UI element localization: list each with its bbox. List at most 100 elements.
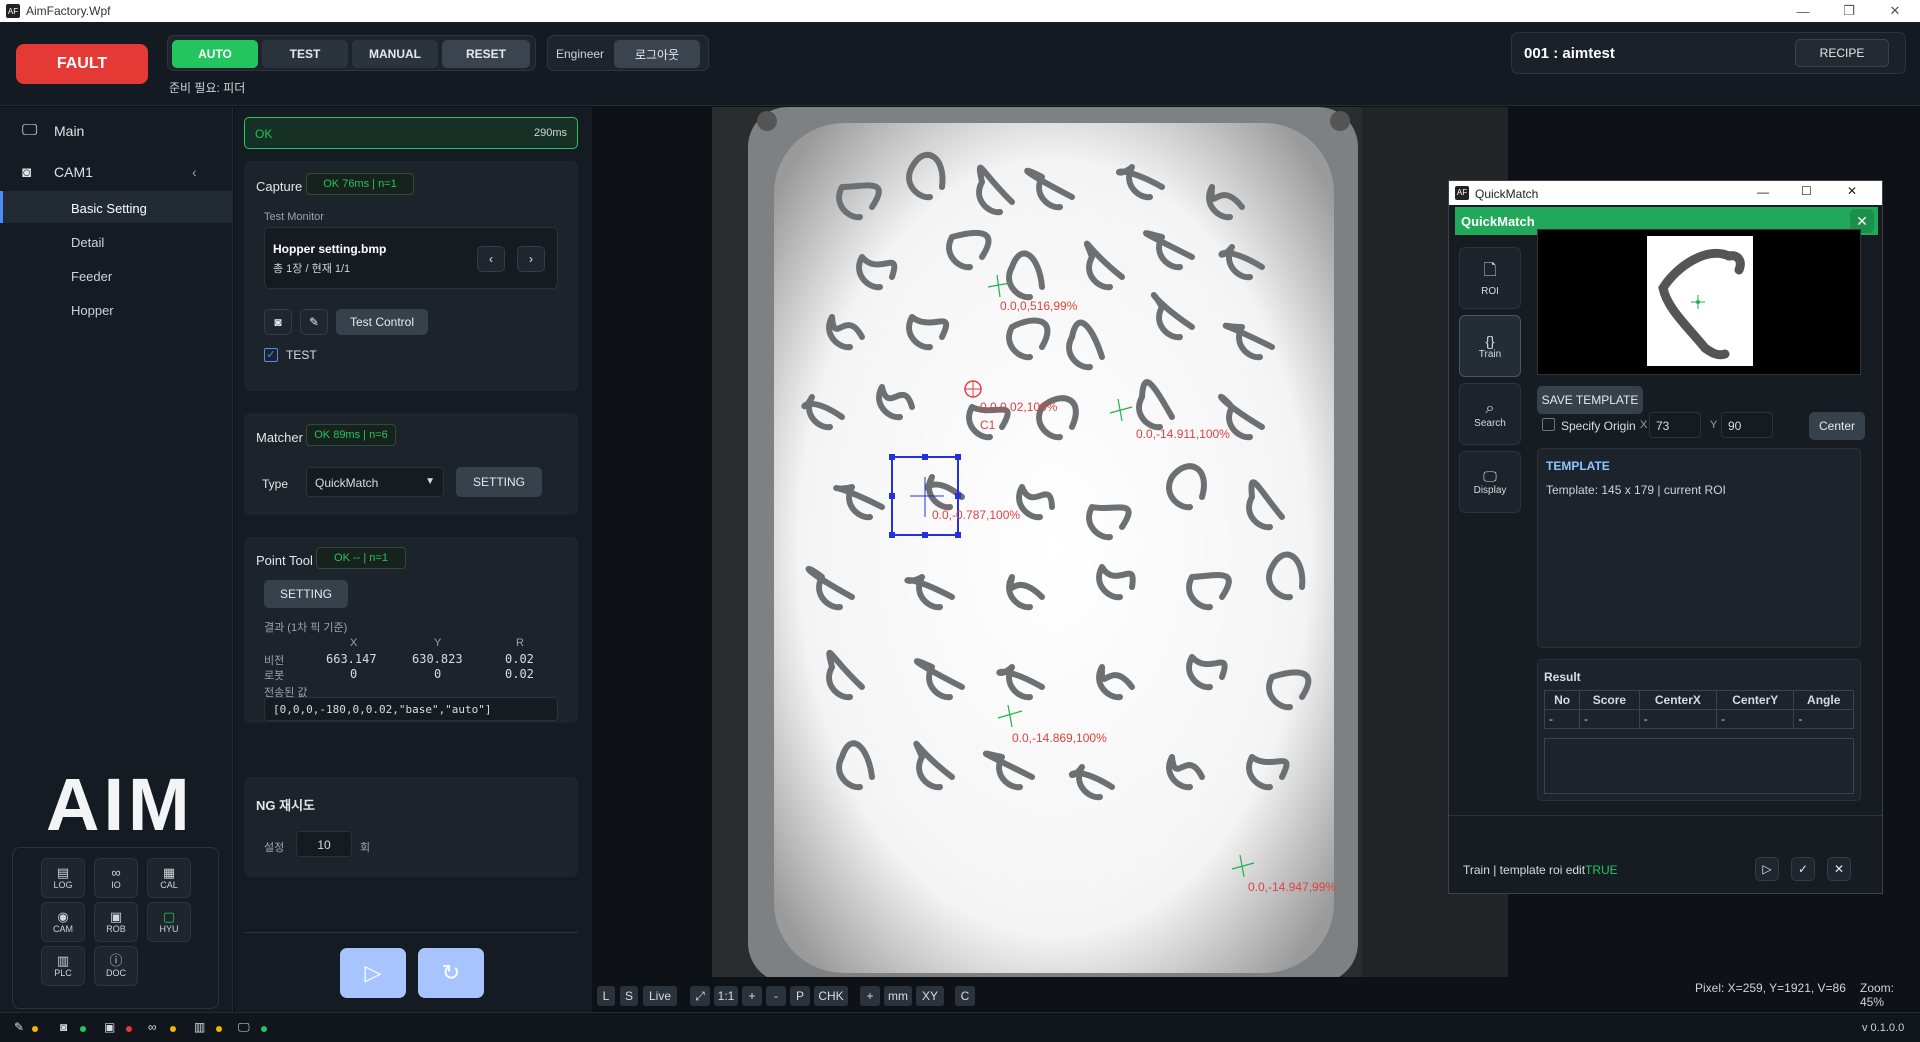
test-mode-button[interactable]: TEST [262,40,348,68]
confirm-button[interactable]: ✓ [1791,857,1815,881]
recipe-button[interactable]: RECIPE [1795,39,1889,67]
info-icon: ⓘ [109,953,123,968]
hyu-button[interactable]: ▢ HYU [147,902,191,942]
specify-origin-label: Specify Origin [1561,419,1636,433]
hyu-label: HYU [159,924,179,934]
origin-y-input[interactable]: 90 [1721,412,1773,438]
save-template-button[interactable]: SAVE TEMPLATE [1537,386,1643,414]
tab-roi[interactable]: 🗋 ROI [1459,247,1521,309]
sidebar-item-basic-setting[interactable]: Basic Setting [71,201,147,216]
zoom-in-button[interactable]: + [742,986,762,1006]
camera-icon[interactable]: ◙ [60,1020,67,1034]
tool-1to1[interactable]: 1:1 [714,986,738,1006]
tool-add[interactable]: + [860,986,880,1006]
retry-count-input[interactable]: 10 [296,831,352,857]
point-setting-button[interactable]: SETTING [264,580,348,608]
cal-button[interactable]: ▦ CAL [147,858,191,898]
sent-value-field[interactable]: [0,0,0,-180,0,0.02,"base","auto"] [264,697,558,721]
center-button[interactable]: Center [1809,412,1865,440]
refresh-button[interactable]: ↻ [418,948,484,998]
capture-status-tag: OK 76ms | n=1 [306,173,414,195]
tab-search[interactable]: ⌕ Search [1459,383,1521,445]
specify-origin-checkbox[interactable] [1542,418,1555,431]
tool-chk[interactable]: CHK [814,986,848,1006]
train-status-value: TRUE [1585,863,1618,877]
robot-r: 0.02 [505,667,534,681]
plc-button[interactable]: ▥ PLC [41,946,85,986]
robot-icon[interactable]: ▣ [104,1020,115,1034]
close-icon[interactable]: ✕ [1872,0,1918,22]
plc-label: PLC [54,968,72,978]
minimize-icon[interactable]: — [1780,0,1826,22]
test-checkbox[interactable]: ✓ [264,348,278,362]
type-label: Type [262,477,289,491]
sidebar-item-detail[interactable]: Detail [71,235,104,250]
test-monitor-box: Hopper setting.bmp 총 1장 / 현재 1/1 ‹ › [264,227,558,289]
plc-icon[interactable]: ▥ [194,1020,205,1034]
settings-panel: OK 290ms Capture OK 76ms | n=1 Test Moni… [234,107,592,1012]
run-button[interactable]: ▷ [340,948,406,998]
close-icon[interactable]: ✕ [1847,184,1857,198]
match-label-5: 0.0,-14.869,100% [1012,731,1107,745]
type-select[interactable]: QuickMatch ▼ [306,467,444,497]
retry-unit: 회 [360,842,371,854]
reset-button[interactable]: RESET [442,40,530,68]
type-select-value: QuickMatch [315,476,379,490]
sidebar-item-cam1[interactable]: ◙ CAM1 ‹ [0,156,232,188]
zoom-out-button[interactable]: - [766,986,786,1006]
test-checkbox-label: TEST [286,348,317,362]
sidebar-item-hopper[interactable]: Hopper [71,303,114,318]
test-control-button[interactable]: Test Control [336,309,428,335]
tool-live[interactable]: Live [643,986,677,1006]
origin-x-label: X [1640,419,1648,431]
tool-button[interactable]: ✎ [300,309,328,335]
result-label: 결과 (1차 픽 기준) [264,622,348,634]
cancel-button[interactable]: ✕ [1827,857,1851,881]
monitor-icon[interactable]: 🖵 [238,1020,250,1035]
quickmatch-dialog[interactable]: AF QuickMatch — ☐ ✕ QuickMatch ✕ 🗋 ROI {}… [1448,180,1883,894]
sidebar-item-main[interactable]: 🖵 Main [0,115,232,147]
maximize-icon[interactable]: ☐ [1801,184,1812,198]
logout-button[interactable]: 로그아웃 [614,40,700,68]
next-image-button[interactable]: › [517,246,545,272]
tool-c[interactable]: C [955,986,975,1006]
sidebar-item-label: Main [54,123,85,139]
io-button[interactable]: ∞ IO [94,858,138,898]
doc-button[interactable]: ⓘ DOC [94,946,138,986]
rob-button[interactable]: ▣ ROB [94,902,138,942]
camera-image[interactable] [712,107,1508,977]
tab-train[interactable]: {} Train [1459,315,1521,377]
test-monitor-label: Test Monitor [264,211,324,223]
fault-button[interactable]: FAULT [16,44,148,84]
divider [1449,815,1882,816]
play-button[interactable]: ▷ [1755,857,1779,881]
fit-icon[interactable]: ⤢ [690,986,710,1006]
restore-icon[interactable]: ❐ [1826,0,1872,22]
sidebar-item-feeder[interactable]: Feeder [71,269,112,284]
table-row[interactable]: - - - - - [1543,709,1854,729]
window-titlebar: AF AimFactory.Wpf — ❐ ✕ [0,0,1920,22]
chevron-left-icon[interactable]: ‹ [192,164,197,180]
cam-button[interactable]: ◉ CAM [41,902,85,942]
user-role: Engineer [556,47,605,61]
io-icon[interactable]: ∞ [148,1020,157,1034]
brush-icon[interactable]: ✎ [14,1020,24,1034]
auto-mode-button[interactable]: AUTO [172,40,258,68]
tool-l[interactable]: L [597,986,615,1006]
matcher-setting-button[interactable]: SETTING [456,467,542,497]
log-button[interactable]: ▤ LOG [41,858,85,898]
minimize-icon[interactable]: — [1757,185,1769,199]
tab-display[interactable]: 🖵 Display [1459,451,1521,513]
manual-mode-button[interactable]: MANUAL [352,40,438,68]
tool-xy[interactable]: XY [916,986,944,1006]
app-logo-icon: AF [1455,186,1469,200]
quickmatch-window-title: QuickMatch [1475,187,1539,201]
tool-p[interactable]: P [790,986,810,1006]
shortcut-grid: ▤ LOG ∞ IO ▦ CAL ◉ CAM ▣ ROB ▢ HYU ▥ PLC ⓘ DOC [12,847,219,1009]
tool-s[interactable]: S [620,986,638,1006]
prev-image-button[interactable]: ‹ [477,246,505,272]
origin-x-input[interactable]: 73 [1649,412,1701,438]
close-icon: ✕ [1833,862,1845,876]
capture-button[interactable]: ◙ [264,309,292,335]
tool-mm[interactable]: mm [884,986,912,1006]
